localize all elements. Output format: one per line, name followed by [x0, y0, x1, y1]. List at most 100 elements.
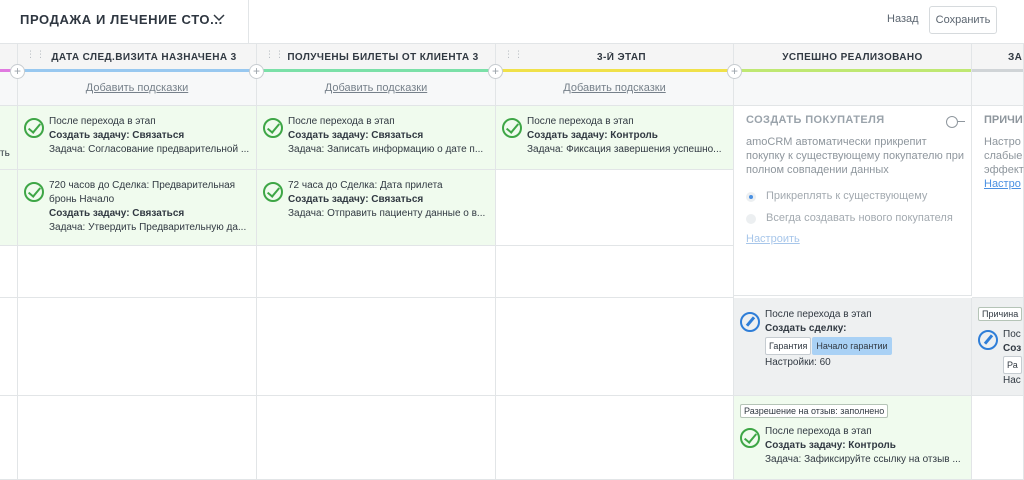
trigger-text: 72 часа до Сделка: Дата прилета Создать … — [288, 179, 491, 221]
trigger-card[interactable]: Разрешение на отзыв: заполнено После пер… — [734, 396, 972, 480]
add-stage-button[interactable]: + — [488, 64, 503, 79]
trigger-card[interactable]: После перехода в этап Создать задачу: Св… — [18, 106, 257, 170]
trigger-condition: 72 часа до Сделка: Дата прилета — [288, 180, 443, 191]
add-stage-button[interactable]: + — [249, 64, 264, 79]
edge-link[interactable]: Настро — [984, 177, 1024, 191]
trigger-cell-edge[interactable] — [0, 170, 18, 246]
trigger-text: 720 часов до Сделка: Предварительная бро… — [49, 179, 252, 235]
edge-line: Настро — [984, 136, 1021, 148]
empty-cell[interactable] — [0, 396, 18, 480]
add-hints-link[interactable]: Добавить подсказки — [257, 82, 495, 94]
column-title: ПОЛУЧЕНЫ БИЛЕТЫ ОТ КЛИЕНТА 3 — [287, 52, 479, 63]
edge-panel: ПРИЧИ Настро слабые эффект Настро — [972, 106, 1024, 298]
column-header-tickets[interactable]: ⋮⋮ ПОЛУЧЕНЫ БИЛЕТЫ ОТ КЛИЕНТА 3 — [257, 44, 496, 72]
column-title: ЗА — [1008, 52, 1023, 63]
trigger-task: Задача: Утвердить Предварительную да... — [49, 222, 247, 233]
trigger-action: Создать сделку: — [765, 323, 847, 334]
edge-line: слабые — [984, 150, 1023, 162]
trigger-condition: После перехода в этап — [527, 116, 634, 127]
empty-cell[interactable] — [18, 396, 257, 480]
trigger-condition: После перехода в этап — [765, 426, 872, 437]
empty-cell[interactable] — [257, 298, 496, 396]
add-stage-button[interactable]: + — [10, 64, 25, 79]
trigger-text: После перехода в этап Создать задачу: Ко… — [765, 425, 967, 467]
hint-cell: Добавить подсказки — [496, 72, 734, 106]
hint-cell: Добавить подсказки — [257, 72, 496, 106]
trigger-cell-edge[interactable]: ть — [0, 106, 18, 170]
empty-cell[interactable] — [496, 396, 734, 480]
empty-cell[interactable] — [18, 246, 257, 298]
empty-cell[interactable] — [496, 246, 734, 298]
trigger-card[interactable]: После перехода в этап Создать задачу: Ко… — [496, 106, 734, 170]
tag-highlight: Начало гарантии — [812, 337, 892, 355]
column-title: УСПЕШНО РЕАЛИЗОВАНО — [782, 52, 923, 63]
configure-link[interactable]: Настроить — [746, 233, 800, 245]
trigger-action: Создать задачу: Контроль — [527, 130, 658, 141]
radio-icon — [746, 214, 756, 224]
trigger-task: Задача: Согласование предварительной ... — [49, 144, 250, 155]
column-title: ДАТА СЛЕД.ВИЗИТА НАЗНАЧЕНА 3 — [51, 52, 237, 63]
trigger-action: Создать задачу: Связаться — [288, 194, 424, 205]
empty-cell[interactable] — [496, 170, 734, 246]
save-button[interactable]: Сохранить — [929, 6, 997, 34]
top-bar: ПРОДАЖА И ЛЕЧЕНИЕ СТО... Назад Сохранить — [0, 0, 1024, 44]
trigger-text: После перехода в этап Создать задачу: Св… — [49, 115, 252, 157]
empty-cell[interactable] — [0, 298, 18, 396]
add-hints-link[interactable]: Добавить подсказки — [18, 82, 256, 94]
toggle-switch-icon[interactable] — [946, 116, 965, 128]
column-header-stage3[interactable]: ⋮⋮ 3-Й ЭТАП — [496, 44, 734, 72]
condition-chip: Причина — [978, 307, 1023, 321]
trigger-action: Создать задачу: Контроль — [765, 440, 896, 451]
task-check-icon — [740, 428, 760, 448]
task-check-icon — [24, 118, 44, 138]
trigger-card[interactable]: 72 часа до Сделка: Дата прилета Создать … — [257, 170, 496, 246]
divider — [248, 0, 249, 44]
edge-line: Пос — [1003, 329, 1021, 340]
create-buyer-description: amoCRM автоматически прикрепит покупку к… — [746, 136, 965, 176]
edge-line: эффект — [984, 164, 1024, 176]
tag-group: Гарантия Начало гарантии — [765, 337, 967, 355]
edge-title: ПРИЧИ — [984, 114, 1023, 126]
back-button[interactable]: Назад — [887, 13, 919, 25]
tag: Ра — [1003, 356, 1022, 374]
trigger-condition: 720 часов до Сделка: Предварительная — [49, 180, 236, 191]
trigger-task: Задача: Зафиксируйте ссылку на отзыв ... — [765, 454, 961, 465]
empty-cell[interactable] — [18, 298, 257, 396]
trigger-task: Задача: Фиксация завершения успешно... — [527, 144, 722, 155]
trigger-text: После перехода в этап Создать задачу: Ко… — [527, 115, 729, 157]
trigger-condition-cont: бронь Начало — [49, 194, 115, 205]
pipeline-title[interactable]: ПРОДАЖА И ЛЕЧЕНИЕ СТО... — [20, 12, 223, 27]
create-buyer-panel: СОЗДАТЬ ПОКУПАТЕЛЯ amoCRM автоматически … — [734, 106, 972, 296]
trigger-condition: После перехода в этап — [288, 116, 395, 127]
trigger-condition: После перехода в этап — [49, 116, 156, 127]
column-header-edge: ЗА — [972, 44, 1024, 72]
edge-card[interactable]: Причина Пос Соз Ра Нас — [972, 298, 1024, 396]
hint-cell: Добавить подсказки — [18, 72, 257, 106]
chevron-down-icon[interactable] — [212, 10, 226, 27]
task-check-icon — [24, 182, 44, 202]
trigger-card[interactable]: После перехода в этап Создать задачу: Св… — [257, 106, 496, 170]
column-header-success: УСПЕШНО РЕАЛИЗОВАНО — [734, 44, 972, 72]
edge-line: Соз — [1003, 343, 1022, 354]
column-title: 3-Й ЭТАП — [597, 52, 646, 63]
empty-cell[interactable] — [257, 396, 496, 480]
radio-selected-icon — [746, 192, 756, 202]
trigger-task: Задача: Записать информацию о дате п... — [288, 144, 484, 155]
empty-cell[interactable] — [0, 246, 18, 298]
task-check-icon — [263, 182, 283, 202]
add-stage-button[interactable]: + — [727, 64, 742, 79]
edge-line: Нас — [1003, 375, 1021, 386]
empty-cell[interactable] — [257, 246, 496, 298]
add-hints-link[interactable]: Добавить подсказки — [496, 82, 733, 94]
settings-text: Настройки: 60 — [765, 357, 831, 368]
trigger-card[interactable]: 720 часов до Сделка: Предварительная бро… — [18, 170, 257, 246]
column-header-next-visit[interactable]: ⋮⋮ ДАТА СЛЕД.ВИЗИТА НАЗНАЧЕНА 3 — [18, 44, 257, 72]
create-deal-card[interactable]: После перехода в этап Создать сделку: Га… — [734, 298, 972, 396]
truncated-text: ть — [0, 148, 10, 159]
pipeline-board: ⋮⋮ ДАТА СЛЕД.ВИЗИТА НАЗНАЧЕНА 3 ⋮⋮ ПОЛУЧ… — [0, 44, 1024, 480]
task-check-icon — [263, 118, 283, 138]
radio-label: Всегда создавать нового покупателя — [766, 212, 953, 224]
empty-cell[interactable] — [496, 298, 734, 396]
edit-pencil-icon — [740, 312, 760, 332]
empty-cell[interactable] — [972, 396, 1024, 480]
